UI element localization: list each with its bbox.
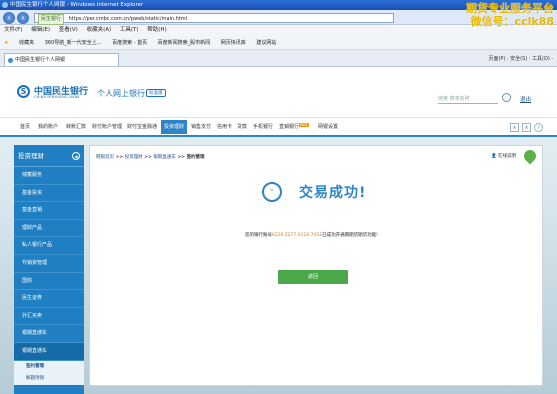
sidebar-item[interactable]: 基金投资 <box>14 185 84 203</box>
page-content: S 中国民生银行 CHINA MINSHENG BANK 个人网上银行 标准版 … <box>0 67 557 394</box>
logout-link[interactable]: 退出 <box>520 95 531 103</box>
menu-view[interactable]: 查看(V) <box>59 27 78 33</box>
font-larger-button[interactable]: A <box>522 123 531 132</box>
main-nav: 首页 我的账户 转账汇款 财付账户管理 财付宝金融通 投资理财 销售支付 信用卡… <box>0 117 557 137</box>
favorites-bar: ★ 收藏夹 360导航_新一代安全上... 百度搜索 - 首页 百度新闻搜索_股… <box>0 36 557 50</box>
version-badge[interactable]: 标准版 <box>146 89 166 97</box>
site-tag: 民生银行 <box>38 14 65 25</box>
nav-sales-payment[interactable]: 销售支付 <box>191 123 211 130</box>
nav-transfer[interactable]: 转账汇款 <box>66 123 86 130</box>
browser-tab[interactable]: 中国民生银行个人网银 <box>4 53 119 66</box>
sidebar-item[interactable]: 代销资管理 <box>14 255 84 273</box>
crumb-investment[interactable]: 投资理财 <box>125 155 143 160</box>
watermark-line1: 期货专业服务平台 <box>466 2 554 15</box>
success-title: 交易成功! <box>299 185 367 201</box>
nav-direct-bank[interactable]: 直销银行HOT <box>279 123 309 130</box>
online-help-link[interactable]: 👤 在线说明 <box>491 153 516 159</box>
help-label: 在线说明 <box>498 154 516 159</box>
nav-settings[interactable]: 网银设置 <box>318 123 338 130</box>
sidebar-item[interactable]: 民生证券 <box>14 290 84 308</box>
result-panel: 网银首页 >> 投资理财 >> 银期直通车 >> 签约管理 👤 在线说明 ᵕ 交… <box>89 145 543 386</box>
nav-direct-bank-label: 直销银行 <box>279 124 300 130</box>
breadcrumb: 网银首页 >> 投资理财 >> 银期直通车 >> 签约管理 <box>96 154 205 160</box>
nav-mobile-bank[interactable]: 手机银行 <box>253 123 273 130</box>
fav-item[interactable]: 百度搜索 - 首页 <box>112 40 147 46</box>
star-icon: ★ <box>4 40 9 46</box>
search-icon[interactable] <box>502 93 511 102</box>
menu-search-input[interactable]: 搜索 菜单名称 <box>438 94 498 104</box>
watermark: 期货专业服务平台 微信号：cclk88 <box>424 2 554 28</box>
leaf-icon <box>521 147 539 165</box>
crumb-sep: >> <box>114 155 125 160</box>
sidebar-heading-label: 投资理财 <box>18 152 44 160</box>
nav-home[interactable]: 首页 <box>20 123 30 130</box>
smiley-icon: ᵕ <box>262 182 282 202</box>
nav-investment[interactable]: 投资理财 <box>161 120 188 134</box>
bank-name-en: CHINA MINSHENG BANK <box>34 95 80 99</box>
crumb-current: 签约管理 <box>186 155 205 160</box>
window-title: 中国民生银行个人网银 - Windows Internet Explorer <box>10 2 144 8</box>
fav-item[interactable]: 百度新闻搜索_股市新闻 <box>158 40 211 46</box>
crumb-sep: >> <box>142 155 154 160</box>
submenu-item[interactable]: 解题持钱 <box>14 373 84 385</box>
nav-account-mgmt[interactable]: 财付账户管理 <box>92 123 122 130</box>
bank-header: S 中国民生银行 CHINA MINSHENG BANK 个人网上银行 标准版 … <box>0 67 557 117</box>
sidebar-item[interactable]: 储蓄服务 <box>14 167 84 185</box>
bank-logo-icon: S <box>17 85 30 98</box>
watermark-line2: 微信号：cclk88 <box>470 15 554 28</box>
crumb-home[interactable]: 网银首页 <box>96 155 114 160</box>
nav-credit-card[interactable]: 信用卡 <box>217 123 232 130</box>
sidebar: 投资理财 ◀ 储蓄服务 基金投资 基金直销 理财产品 私人银行产品 代销资管理 … <box>14 145 84 394</box>
site-title: 个人网上银行 <box>97 89 145 98</box>
back-button[interactable]: 返回 <box>278 270 348 284</box>
help-icon[interactable]: ? <box>534 123 543 132</box>
crumb-sep: >> <box>175 155 187 160</box>
result-message: 您的银行账号6226 2277 0120 7452已成功开通期期货期货功能! <box>245 232 378 238</box>
nav-my-account[interactable]: 我的账户 <box>38 123 58 130</box>
help-person-icon: 👤 <box>490 154 497 159</box>
account-number: 6226 2277 0120 7452 <box>272 233 323 238</box>
url-text: https://per.cmbc.com.cn/pweb/static/main… <box>68 16 188 22</box>
menu-file[interactable]: 文件(F) <box>4 27 22 33</box>
menu-tools[interactable]: 工具(T) <box>120 27 139 33</box>
nav-loan[interactable]: 贷款 <box>237 123 247 130</box>
fav-item[interactable]: 网页快讯库 <box>221 40 246 46</box>
sidebar-item[interactable]: 外汇买卖 <box>14 308 84 326</box>
menu-favorites[interactable]: 收藏夹(A) <box>87 27 112 33</box>
fav-item[interactable]: 收藏夹 <box>19 40 34 46</box>
back-arrow-icon[interactable]: ‹ <box>3 12 15 24</box>
command-bar[interactable]: 页面(P) · 安全(S) · 工具(O) · <box>488 53 553 65</box>
sidebar-item[interactable]: 理财产品 <box>14 220 84 238</box>
sidebar-heading: 投资理财 ◀ <box>14 145 84 167</box>
collapse-icon[interactable]: ◀ <box>72 152 80 160</box>
nav-finance-link[interactable]: 财付宝金融通 <box>127 123 157 130</box>
crumb-futures[interactable]: 银期直通车 <box>153 155 176 160</box>
hot-badge: HOT <box>299 123 309 127</box>
menu-edit[interactable]: 编辑(E) <box>31 27 50 33</box>
font-smaller-button[interactable]: A <box>510 123 519 132</box>
msg-suffix: 已成功开通期期货期货功能! <box>322 233 378 238</box>
sidebar-item[interactable]: 基金直销 <box>14 202 84 220</box>
msg-prefix: 您的银行账号 <box>245 233 272 238</box>
fav-item[interactable]: 360导航_新一代安全上... <box>45 40 102 46</box>
menu-help[interactable]: 帮助(H) <box>147 27 166 33</box>
sidebar-item-open[interactable]: 银期直通车 <box>14 342 84 361</box>
fav-item[interactable]: 建议网站 <box>256 40 276 46</box>
url-input[interactable]: 民生银行 https://per.cmbc.com.cn/pweb/static… <box>34 13 394 25</box>
sidebar-submenu: 签约管理 解题持钱 <box>14 360 84 385</box>
forward-arrow-icon[interactable]: › <box>17 12 29 24</box>
sidebar-item[interactable]: 国债 <box>14 273 84 291</box>
tab-bar: 中国民生银行个人网银 页面(P) · 安全(S) · 工具(O) · <box>0 50 557 67</box>
ie-icon <box>2 2 8 8</box>
submenu-item-current[interactable]: 签约管理 <box>14 361 84 373</box>
sidebar-item[interactable]: 银期直通车 <box>14 325 84 343</box>
sidebar-item[interactable]: 私人银行产品 <box>14 237 84 255</box>
